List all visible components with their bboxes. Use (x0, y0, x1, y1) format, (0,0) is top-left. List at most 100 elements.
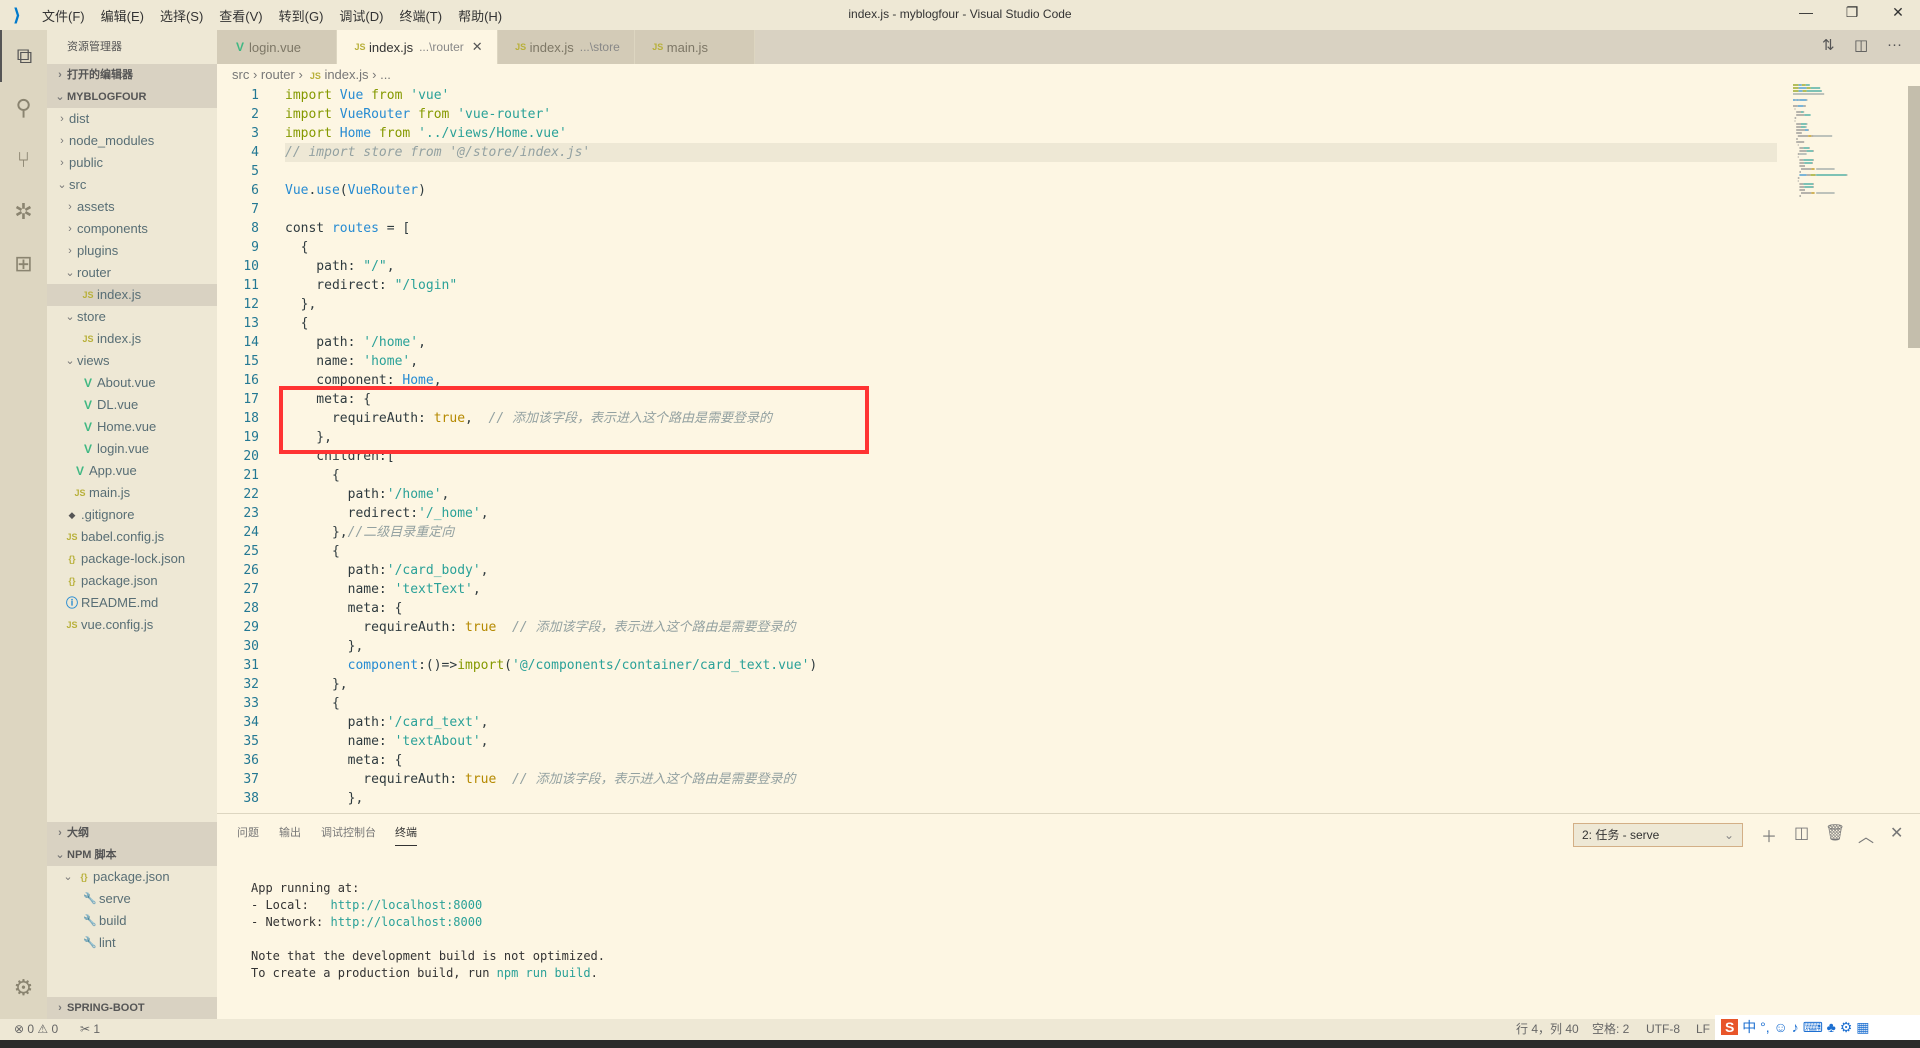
npm-script-build[interactable]: 🔧 build (47, 910, 217, 932)
minimap[interactable] (1793, 84, 1903, 224)
line-content: name: 'textText', (285, 580, 481, 599)
tree-item[interactable]: ⌄ router (47, 262, 217, 284)
search-icon[interactable]: ⚲ (0, 82, 47, 134)
more-actions-icon[interactable]: ··· (1887, 36, 1902, 53)
tree-item[interactable]: ◆ .gitignore (47, 504, 217, 526)
menu-item[interactable]: 选择(S) (152, 6, 211, 25)
code-token: { (285, 240, 309, 255)
tree-item[interactable]: JS index.js (47, 284, 217, 306)
tree-item[interactable]: JS babel.config.js (47, 526, 217, 548)
tasks-indicator[interactable]: ✂ 1 (80, 1019, 100, 1040)
breadcrumb-item[interactable]: index.js (324, 67, 368, 82)
code-line: 9 { (217, 238, 1777, 257)
maximize-button[interactable]: ❐ (1832, 4, 1872, 21)
tree-item[interactable]: V Home.vue (47, 416, 217, 438)
panel-tab[interactable]: 输出 (279, 824, 301, 846)
minimap-mark (1799, 150, 1807, 152)
problems-indicator[interactable]: ⊗ 0 ⚠ 0 (14, 1019, 58, 1040)
tree-item[interactable]: ⌄ store (47, 306, 217, 328)
tree-item[interactable]: JS main.js (47, 482, 217, 504)
spring-boot-dashboard-section[interactable]: ›SPRING-BOOT DASHBOARD (47, 997, 217, 1036)
panel-tab[interactable]: 调试控制台 (321, 824, 376, 846)
open-editors-section[interactable]: › 打开的编辑器 (47, 64, 217, 86)
tree-item[interactable]: JS index.js (47, 328, 217, 350)
tree-item[interactable]: ⌄ src (47, 174, 217, 196)
split-editor-icon[interactable]: ◫ (1854, 36, 1868, 54)
tree-item[interactable]: › assets (47, 196, 217, 218)
npm-package-item[interactable]: ⌄ {} package.json (47, 866, 217, 888)
chevron-down-icon: ⌄ (55, 91, 65, 103)
menu-item[interactable]: 转到(G) (271, 6, 332, 25)
panel-tab[interactable]: 终端 (395, 824, 417, 846)
split-terminal-icon[interactable]: ◫ (1794, 823, 1809, 843)
maximize-panel-icon[interactable]: ︿ (1858, 823, 1874, 847)
item-label: store (77, 309, 106, 324)
tree-item[interactable]: ⌄ views (47, 350, 217, 372)
tree-item[interactable]: › node_modules (47, 130, 217, 152)
tree-item[interactable]: V App.vue (47, 460, 217, 482)
breadcrumb-item[interactable]: ... (380, 67, 391, 82)
menu-item[interactable]: 帮助(H) (450, 6, 510, 25)
menu-item[interactable]: 调试(D) (331, 6, 391, 25)
outline-section[interactable]: › 大纲 (47, 822, 217, 844)
chevron-right-icon: › (68, 223, 72, 235)
trash-icon[interactable]: 🗑 (1825, 823, 1845, 843)
ime-toolbar[interactable]: S 中 °, ☺ ♪ ⌨ ♣ ⚙ ▦ (1715, 1015, 1920, 1040)
breadcrumb-item[interactable]: src (232, 67, 249, 82)
tree-item[interactable]: {} package-lock.json (47, 548, 217, 570)
new-terminal-icon[interactable]: ＋ (1761, 823, 1777, 847)
menu-item[interactable]: 编辑(E) (93, 6, 152, 25)
editor-scrollbar[interactable] (1908, 86, 1920, 348)
network-url-link[interactable]: http://localhost:8000 (330, 915, 482, 929)
editor-tabs: Vlogin.vue JS index.js ...\router ✕ JS index.j… (217, 30, 1920, 64)
tree-item[interactable]: V DL.vue (47, 394, 217, 416)
code-token: 'home' (363, 354, 411, 369)
local-url-link[interactable]: http://localhost:8000 (330, 898, 482, 912)
line-content: component:()=>import('@/components/conta… (285, 656, 818, 675)
indentation[interactable]: 空格: 2 (1592, 1019, 1629, 1040)
code-line: 22 path:'/home', (217, 485, 1777, 504)
npm-scripts-section[interactable]: ⌄ NPM 脚本 (47, 844, 217, 866)
npm-script-lint[interactable]: 🔧 lint (47, 932, 217, 954)
menu-item[interactable]: 文件(F) (34, 6, 93, 25)
project-section[interactable]: ⌄ MYBLOGFOUR (47, 86, 217, 108)
close-icon[interactable]: ✕ (472, 39, 483, 55)
explorer-icon[interactable]: ⧉ (0, 30, 47, 82)
tree-item[interactable]: ⓘ README.md (47, 592, 217, 614)
tree-item[interactable]: › public (47, 152, 217, 174)
tree-item[interactable]: › plugins (47, 240, 217, 262)
tree-item[interactable]: V About.vue (47, 372, 217, 394)
code-token: , (441, 487, 450, 502)
tree-item[interactable]: Vlogin.vue (47, 438, 217, 460)
compare-changes-icon[interactable]: ⇅ (1822, 36, 1835, 54)
breadcrumb-item[interactable]: router (261, 67, 295, 82)
tree-item[interactable]: JS vue.config.js (47, 614, 217, 636)
panel-tab[interactable]: 问题 (237, 824, 259, 846)
tree-item[interactable]: › dist (47, 108, 217, 130)
terminal-select[interactable]: 2: 任务 - serve ⌄ (1573, 823, 1743, 847)
encoding[interactable]: UTF-8 (1646, 1019, 1680, 1040)
debug-icon[interactable]: ✲ (0, 186, 47, 238)
close-panel-icon[interactable]: ✕ (1890, 823, 1903, 843)
menu-item[interactable]: 终端(T) (391, 6, 450, 25)
tab-index-js[interactable]: JS index.js ...\router ✕ (337, 30, 498, 64)
close-window-button[interactable]: ✕ (1878, 4, 1918, 21)
tab-main-js[interactable]: JS main.js (634, 30, 755, 64)
minimize-button[interactable]: — (1786, 4, 1826, 20)
minimap-mark (1797, 153, 1800, 155)
gear-icon[interactable]: ⚙ (0, 962, 47, 1014)
cursor-position[interactable]: 行 4，列 40 (1516, 1019, 1579, 1040)
tree-item[interactable]: › components (47, 218, 217, 240)
line-ending[interactable]: LF (1696, 1019, 1710, 1040)
terminal-output[interactable]: App running at: - Local: http://localhos… (251, 880, 605, 982)
tab-login-vue[interactable]: Vlogin.vue (217, 30, 337, 64)
extensions-icon[interactable]: ⊞ (0, 238, 47, 290)
minimap-mark (1796, 141, 1805, 143)
tree-item[interactable]: {} package.json (47, 570, 217, 592)
source-control-icon[interactable]: ⑂ (0, 134, 47, 186)
code-line: 11 redirect: "/login" (217, 276, 1777, 295)
tab-index-js[interactable]: JS index.js ...\store (497, 30, 635, 64)
npm-script-serve[interactable]: 🔧 serve (47, 888, 217, 910)
menu-item[interactable]: 查看(V) (211, 6, 270, 25)
